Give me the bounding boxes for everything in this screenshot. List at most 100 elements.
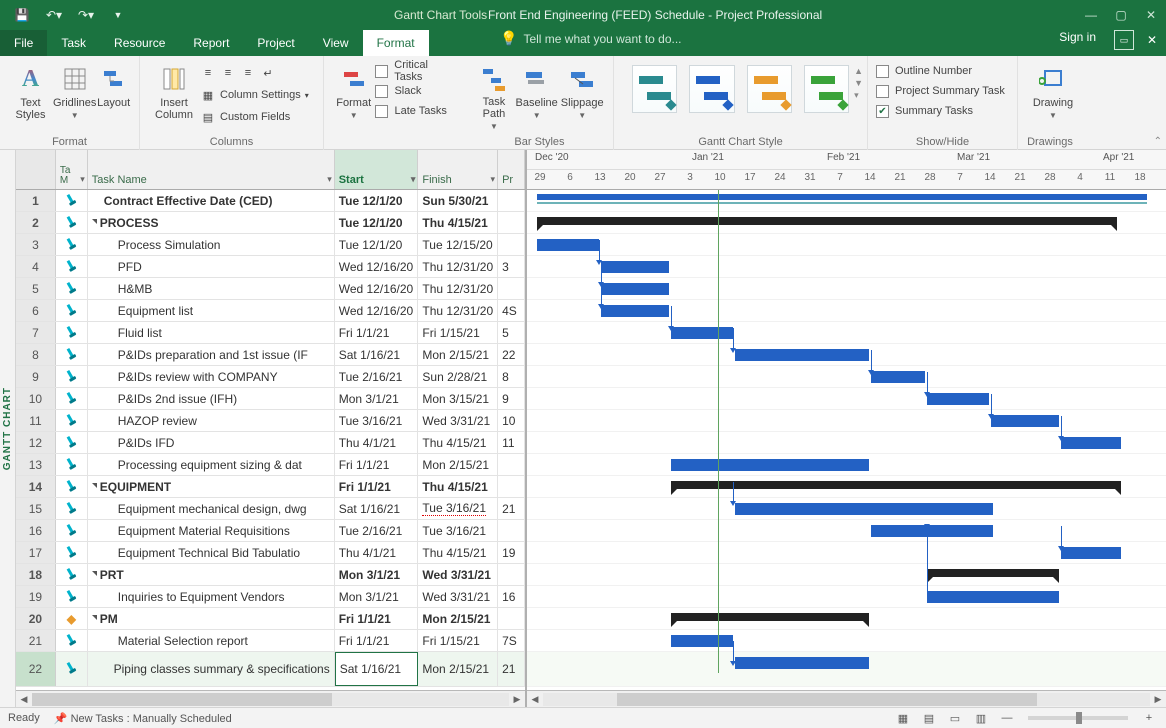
table-row[interactable]: 4 PFD Wed 12/16/20 Thu 12/31/20 3	[16, 256, 525, 278]
tab-file[interactable]: File	[0, 30, 47, 56]
task-mode-icon[interactable]	[56, 410, 88, 431]
pred-cell[interactable]: 9	[498, 388, 525, 409]
window-close-inner-icon[interactable]: ✕	[1142, 30, 1162, 50]
finish-cell[interactable]: Wed 3/31/21	[418, 586, 498, 607]
align-right-icon[interactable]: ≡	[240, 65, 256, 81]
style-swatch[interactable]	[747, 65, 792, 113]
gantt-bar[interactable]	[671, 481, 1121, 489]
pred-cell[interactable]	[498, 608, 525, 629]
finish-cell[interactable]: Thu 4/15/21	[418, 542, 498, 563]
project-summary-check[interactable]: Project Summary Task	[876, 81, 1009, 101]
style-down-icon[interactable]: ▼	[854, 78, 863, 88]
finish-cell[interactable]: Mon 2/15/21	[418, 454, 498, 475]
header-task-mode[interactable]: Ta M▾	[56, 150, 88, 189]
insert-column-button[interactable]: Insert Column	[148, 59, 200, 131]
task-mode-icon[interactable]	[56, 520, 88, 541]
finish-cell[interactable]: Mon 3/15/21	[418, 388, 498, 409]
zoom-out-icon[interactable]: —	[996, 710, 1018, 726]
task-mode-icon[interactable]	[56, 432, 88, 453]
gantt-bar[interactable]	[927, 569, 1059, 577]
table-row[interactable]: 5 H&MB Wed 12/16/20 Thu 12/31/20	[16, 278, 525, 300]
outline-number-check[interactable]: Outline Number	[876, 61, 1009, 81]
text-styles-button[interactable]: A Text Styles	[8, 59, 53, 131]
row-number[interactable]: 15	[16, 498, 56, 519]
table-row[interactable]: 16 Equipment Material Requisitions Tue 2…	[16, 520, 525, 542]
gantt-bar[interactable]	[671, 327, 733, 339]
header-start[interactable]: Start▾	[335, 150, 419, 189]
column-settings-button[interactable]: ▦ Column Settings ▾	[200, 85, 309, 105]
table-row[interactable]: 13 Processing equipment sizing & dat Fri…	[16, 454, 525, 476]
gantt-bar[interactable]	[927, 591, 1059, 603]
view-side-label[interactable]: GANTT CHART	[0, 150, 16, 707]
task-name-cell[interactable]: EQUIPMENT	[88, 476, 335, 497]
table-row[interactable]: 21 Material Selection report Fri 1/1/21 …	[16, 630, 525, 652]
tab-report[interactable]: Report	[179, 30, 243, 56]
style-up-icon[interactable]: ▲	[854, 66, 863, 76]
task-mode-icon[interactable]	[56, 278, 88, 299]
task-mode-icon[interactable]	[56, 256, 88, 277]
finish-cell[interactable]: Fri 1/15/21	[418, 630, 498, 651]
row-number[interactable]: 14	[16, 476, 56, 497]
task-mode-icon[interactable]	[56, 366, 88, 387]
tab-view[interactable]: View	[309, 30, 363, 56]
finish-cell[interactable]: Thu 12/31/20	[418, 300, 498, 321]
gantt-bar[interactable]	[537, 217, 1117, 225]
finish-cell[interactable]: Tue 12/15/20	[418, 234, 498, 255]
task-mode-icon[interactable]	[56, 234, 88, 255]
format-button[interactable]: Format ▼	[332, 59, 375, 131]
task-mode-icon[interactable]	[56, 190, 88, 211]
gridlines-button[interactable]: Gridlines ▼	[53, 59, 96, 131]
task-mode-icon[interactable]	[56, 212, 88, 233]
gantt-bar[interactable]	[735, 657, 869, 669]
row-number[interactable]: 19	[16, 586, 56, 607]
custom-fields-button[interactable]: ▤ Custom Fields	[200, 107, 309, 127]
task-name-cell[interactable]: PROCESS	[88, 212, 335, 233]
style-swatch[interactable]	[689, 65, 734, 113]
scroll-right-icon[interactable]: ▶	[1150, 691, 1166, 708]
pred-cell[interactable]: 7S	[498, 630, 525, 651]
row-number[interactable]: 11	[16, 410, 56, 431]
task-name-cell[interactable]: PRT	[88, 564, 335, 585]
pred-cell[interactable]: 21	[498, 652, 525, 686]
row-number[interactable]: 12	[16, 432, 56, 453]
pred-cell[interactable]: 11	[498, 432, 525, 453]
slack-check[interactable]: Slack	[375, 81, 458, 101]
task-name-cell[interactable]: Equipment Material Requisitions	[88, 520, 335, 541]
qat-customize-icon[interactable]: ▼	[104, 4, 132, 26]
table-row[interactable]: 9 P&IDs review with COMPANY Tue 2/16/21 …	[16, 366, 525, 388]
table-row[interactable]: 3 Process Simulation Tue 12/1/20 Tue 12/…	[16, 234, 525, 256]
pred-cell[interactable]: 5	[498, 322, 525, 343]
style-swatch[interactable]	[632, 65, 677, 113]
minimize-icon[interactable]: —	[1076, 0, 1106, 30]
task-name-cell[interactable]: P&IDs review with COMPANY	[88, 366, 335, 387]
gantt-bar[interactable]	[671, 635, 733, 647]
task-mode-icon[interactable]	[56, 344, 88, 365]
view-shortcut-icon[interactable]: ▭	[944, 710, 966, 726]
baseline-button[interactable]: Baseline ▼	[514, 59, 560, 131]
task-name-cell[interactable]: Piping classes summary & specifications	[88, 652, 335, 686]
task-mode-icon[interactable]	[56, 542, 88, 563]
zoom-in-icon[interactable]: +	[1138, 710, 1160, 726]
tab-task[interactable]: Task	[47, 30, 100, 56]
pred-cell[interactable]	[498, 520, 525, 541]
task-name-cell[interactable]: Equipment list	[88, 300, 335, 321]
tab-project[interactable]: Project	[243, 30, 308, 56]
align-center-icon[interactable]: ≡	[220, 65, 236, 81]
zoom-slider[interactable]	[1028, 716, 1128, 720]
task-mode-icon[interactable]	[56, 586, 88, 607]
task-mode-icon[interactable]	[56, 388, 88, 409]
style-more-icon[interactable]: ▾	[854, 90, 863, 101]
scroll-left-icon[interactable]: ◀	[16, 691, 32, 708]
task-path-button[interactable]: Task Path ▼	[474, 59, 514, 131]
gantt-bar[interactable]	[1061, 547, 1121, 559]
gantt-bar[interactable]	[735, 349, 869, 361]
row-number[interactable]: 4	[16, 256, 56, 277]
table-row[interactable]: 7 Fluid list Fri 1/1/21 Fri 1/15/21 5	[16, 322, 525, 344]
wrap-text-icon[interactable]: ↵	[260, 65, 276, 81]
gantt-hscroll[interactable]: ◀ ▶	[527, 690, 1166, 707]
pred-cell[interactable]: 19	[498, 542, 525, 563]
drawing-button[interactable]: Drawing ▼	[1026, 59, 1080, 131]
critical-tasks-check[interactable]: Critical Tasks	[375, 61, 458, 81]
pred-cell[interactable]	[498, 190, 525, 211]
pred-cell[interactable]: 21	[498, 498, 525, 519]
